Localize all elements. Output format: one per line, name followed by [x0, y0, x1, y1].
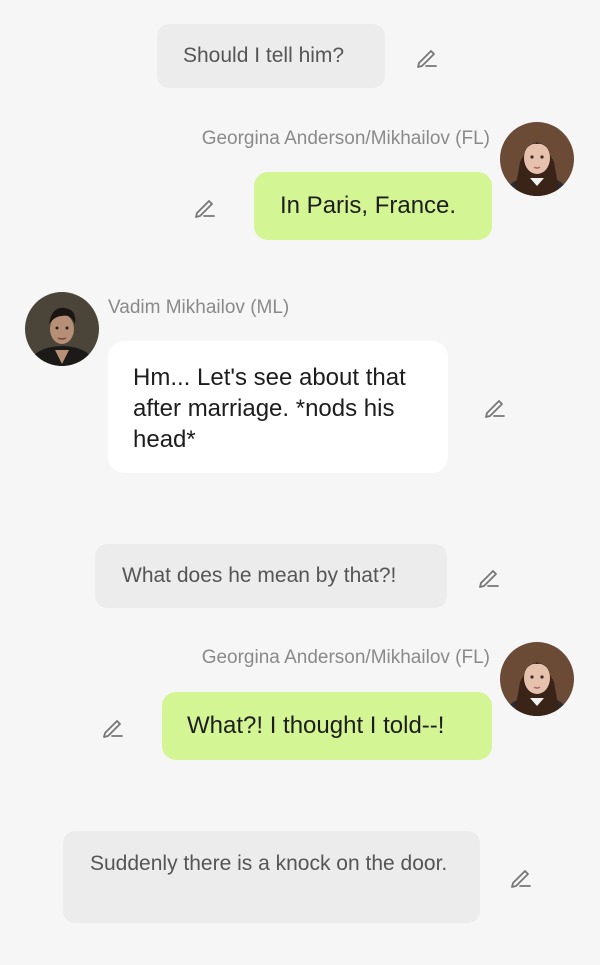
- user-message-text: In Paris, France.: [280, 192, 457, 219]
- pencil-edit-icon[interactable]: [482, 394, 508, 420]
- pencil-edit-icon[interactable]: [192, 194, 218, 220]
- narration-bubble: Should I tell him?: [157, 24, 385, 88]
- sender-name: Georgina Anderson/Mikhailov (FL): [201, 128, 490, 149]
- sender-name: Georgina Anderson/Mikhailov (FL): [201, 647, 490, 668]
- narration-text: Should I tell him?: [183, 44, 345, 67]
- narration-text: Suddenly there is a knock on the door.: [90, 852, 448, 875]
- user-message-text: What?! I thought I told--!: [187, 712, 445, 739]
- avatar-vadim[interactable]: [25, 292, 99, 366]
- pencil-edit-icon[interactable]: [476, 564, 502, 590]
- narration-bubble: What does he mean by that?!: [95, 544, 447, 608]
- user-message-bubble: In Paris, France.: [254, 172, 492, 240]
- pencil-edit-icon[interactable]: [414, 44, 440, 70]
- pencil-edit-icon[interactable]: [100, 714, 126, 740]
- character-message-text: Hm... Let's see about that after marriag…: [133, 364, 406, 453]
- character-message-bubble: Hm... Let's see about that after marriag…: [108, 341, 448, 473]
- avatar-georgina[interactable]: [500, 122, 574, 196]
- avatar-georgina[interactable]: [500, 642, 574, 716]
- sender-name: Vadim Mikhailov (ML): [108, 297, 290, 318]
- narration-bubble: Suddenly there is a knock on the door.: [63, 831, 480, 923]
- pencil-edit-icon[interactable]: [508, 864, 534, 890]
- narration-text: What does he mean by that?!: [122, 564, 397, 587]
- user-message-bubble: What?! I thought I told--!: [162, 692, 492, 760]
